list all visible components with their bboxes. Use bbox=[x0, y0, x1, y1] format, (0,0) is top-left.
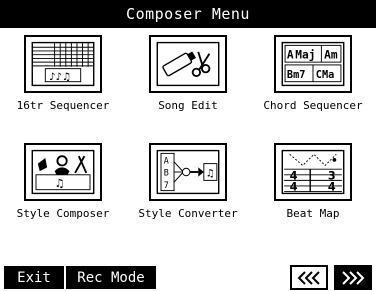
exit-label: Exit bbox=[17, 269, 51, 286]
exit-button[interactable]: Exit bbox=[4, 266, 64, 289]
next-page-button[interactable] bbox=[334, 265, 372, 290]
chord-sequencer-icon: A Maj Am Bm7 CMa bbox=[274, 35, 352, 93]
chord-label: CMa bbox=[316, 69, 335, 81]
rec-mode-button[interactable]: Rec Mode bbox=[66, 266, 156, 289]
chord-label: A bbox=[287, 48, 294, 61]
chord-label: Am bbox=[324, 48, 338, 61]
style-number: A bbox=[164, 156, 169, 166]
style-number: 7 bbox=[164, 180, 169, 190]
svg-text:♫: ♫ bbox=[55, 177, 65, 190]
menu-item-style-converter[interactable]: A B 7 ♫ Style Converter bbox=[128, 143, 248, 243]
style-number: B bbox=[164, 168, 169, 178]
title-bar: Composer Menu bbox=[0, 0, 376, 28]
menu-item-label: Chord Sequencer bbox=[263, 99, 363, 112]
style-converter-icon: A B 7 ♫ bbox=[149, 143, 227, 201]
style-composer-icon: ♫ bbox=[24, 143, 102, 201]
menu-item-label: Song Edit bbox=[158, 99, 218, 112]
chord-label: Maj bbox=[295, 48, 315, 61]
svg-text:♫: ♫ bbox=[206, 168, 215, 180]
menu-item-label: Style Converter bbox=[138, 207, 238, 220]
beat-map-icon: 4 4 3 4 bbox=[274, 143, 352, 201]
time-signature-digit: 4 bbox=[328, 181, 336, 194]
composer-menu-screen: Composer Menu ♪♪♫ 16tr Sequencer Song Ed… bbox=[0, 0, 376, 291]
previous-page-button[interactable] bbox=[290, 265, 328, 290]
bottom-bar: Exit Rec Mode bbox=[0, 262, 376, 291]
double-chevron-right-icon bbox=[342, 270, 365, 285]
song-edit-icon bbox=[149, 35, 227, 93]
menu-item-style-composer[interactable]: ♫ Style Composer bbox=[3, 143, 123, 243]
menu-item-label: Style Composer bbox=[16, 207, 110, 220]
rec-mode-label: Rec Mode bbox=[77, 269, 145, 286]
svg-text:♪♪♫: ♪♪♫ bbox=[49, 71, 71, 83]
chord-label: Bm7 bbox=[287, 69, 306, 81]
menu-item-label: Beat Map bbox=[286, 207, 340, 220]
menu-item-chord-sequencer[interactable]: A Maj Am Bm7 CMa Chord Sequencer bbox=[253, 35, 373, 135]
sequencer-16tr-icon: ♪♪♫ bbox=[24, 35, 102, 93]
page-title: Composer Menu bbox=[126, 5, 250, 23]
menu-item-16tr-sequencer[interactable]: ♪♪♫ 16tr Sequencer bbox=[3, 35, 123, 135]
menu-item-song-edit[interactable]: Song Edit bbox=[128, 35, 248, 135]
menu-item-beat-map[interactable]: 4 4 3 4 Beat Map bbox=[253, 143, 373, 243]
double-chevron-left-icon bbox=[297, 270, 320, 285]
time-signature-digit: 4 bbox=[290, 181, 298, 194]
menu-item-label: 16tr Sequencer bbox=[16, 99, 110, 112]
